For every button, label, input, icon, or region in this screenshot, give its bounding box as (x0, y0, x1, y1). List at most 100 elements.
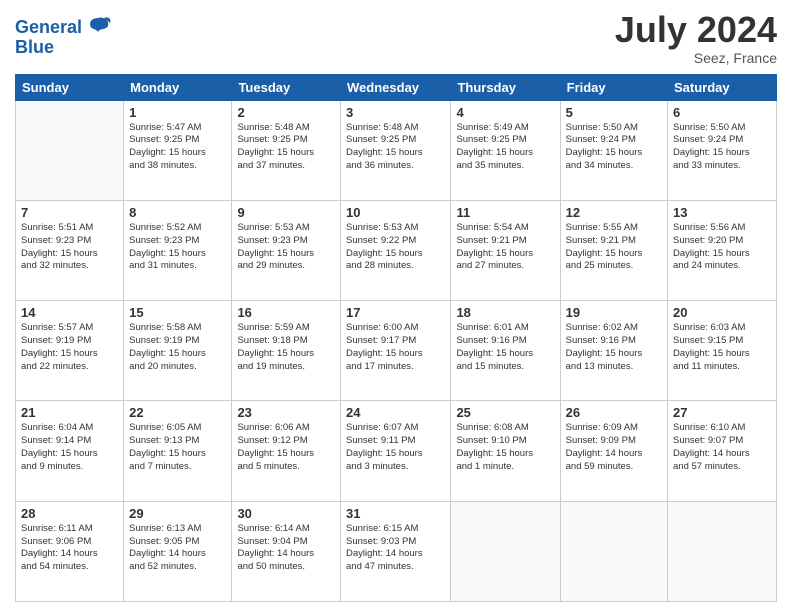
day-number: 26 (566, 405, 662, 420)
calendar-cell: 13Sunrise: 5:56 AMSunset: 9:20 PMDayligh… (668, 200, 777, 300)
header-saturday: Saturday (668, 74, 777, 100)
day-number: 6 (673, 105, 771, 120)
day-number: 25 (456, 405, 554, 420)
day-number: 1 (129, 105, 226, 120)
day-number: 15 (129, 305, 226, 320)
calendar-cell: 6 Sunrise: 5:50 AMSunset: 9:24 PMDaylight… (668, 100, 777, 200)
calendar-cell: 25Sunrise: 6:08 AMSunset: 9:10 PMDayligh… (451, 401, 560, 501)
day-info: Sunrise: 6:03 AMSunset: 9:15 PMDaylight:… (673, 322, 771, 373)
calendar-cell (451, 501, 560, 601)
calendar-cell: 22Sunrise: 6:05 AMSunset: 9:13 PMDayligh… (124, 401, 232, 501)
calendar-cell: 4 Sunrise: 5:49 AMSunset: 9:25 PMDaylight… (451, 100, 560, 200)
day-number: 10 (346, 205, 445, 220)
day-info: Sunrise: 5:49 AMSunset: 9:25 PMDaylight:… (456, 122, 554, 173)
week-row-2: 7 Sunrise: 5:51 AMSunset: 9:23 PMDaylight… (16, 200, 777, 300)
calendar-cell: 17 Sunrise: 6:00 AMSunset: 9:17 PMDayligh… (341, 301, 451, 401)
day-number: 30 (237, 506, 335, 521)
calendar-header-row: SundayMondayTuesdayWednesdayThursdayFrid… (16, 74, 777, 100)
day-info: Sunrise: 5:53 AMSunset: 9:23 PMDaylight:… (237, 222, 335, 273)
calendar-cell: 10 Sunrise: 5:53 AMSunset: 9:22 PMDayligh… (341, 200, 451, 300)
logo-text: General (15, 18, 82, 38)
day-info: Sunrise: 6:04 AMSunset: 9:14 PMDaylight:… (21, 422, 118, 473)
day-info: Sunrise: 5:48 AMSunset: 9:25 PMDaylight:… (237, 122, 335, 173)
day-info: Sunrise: 5:54 AMSunset: 9:21 PMDaylight:… (456, 222, 554, 273)
week-row-1: 1 Sunrise: 5:47 AMSunset: 9:25 PMDaylight… (16, 100, 777, 200)
day-info: Sunrise: 5:53 AMSunset: 9:22 PMDaylight:… (346, 222, 445, 273)
day-number: 13 (673, 205, 771, 220)
day-number: 9 (237, 205, 335, 220)
day-info: Sunrise: 5:58 AMSunset: 9:19 PMDaylight:… (129, 322, 226, 373)
calendar-cell (668, 501, 777, 601)
day-info: Sunrise: 6:00 AMSunset: 9:17 PMDaylight:… (346, 322, 445, 373)
title-area: July 2024 Seez, France (615, 10, 777, 66)
day-number: 19 (566, 305, 662, 320)
calendar-cell: 2 Sunrise: 5:48 AMSunset: 9:25 PMDaylight… (232, 100, 341, 200)
day-info: Sunrise: 6:05 AMSunset: 9:13 PMDaylight:… (129, 422, 226, 473)
day-number: 8 (129, 205, 226, 220)
calendar-cell: 7 Sunrise: 5:51 AMSunset: 9:23 PMDaylight… (16, 200, 124, 300)
header-friday: Friday (560, 74, 667, 100)
day-info: Sunrise: 5:59 AMSunset: 9:18 PMDaylight:… (237, 322, 335, 373)
day-number: 28 (21, 506, 118, 521)
week-row-5: 28 Sunrise: 6:11 AMSunset: 9:06 PMDayligh… (16, 501, 777, 601)
day-info: Sunrise: 5:50 AMSunset: 9:24 PMDaylight:… (673, 122, 771, 173)
day-info: Sunrise: 5:51 AMSunset: 9:23 PMDaylight:… (21, 222, 118, 273)
calendar-cell: 31Sunrise: 6:15 AMSunset: 9:03 PMDayligh… (341, 501, 451, 601)
header-tuesday: Tuesday (232, 74, 341, 100)
day-info: Sunrise: 6:02 AMSunset: 9:16 PMDaylight:… (566, 322, 662, 373)
day-number: 23 (237, 405, 335, 420)
day-info: Sunrise: 6:13 AMSunset: 9:05 PMDaylight:… (129, 523, 226, 574)
calendar-cell: 1 Sunrise: 5:47 AMSunset: 9:25 PMDaylight… (124, 100, 232, 200)
header-monday: Monday (124, 74, 232, 100)
week-row-3: 14 Sunrise: 5:57 AMSunset: 9:19 PMDayligh… (16, 301, 777, 401)
day-number: 20 (673, 305, 771, 320)
day-number: 5 (566, 105, 662, 120)
day-number: 27 (673, 405, 771, 420)
logo: General Blue (15, 14, 112, 58)
calendar-cell: 23Sunrise: 6:06 AMSunset: 9:12 PMDayligh… (232, 401, 341, 501)
day-number: 18 (456, 305, 554, 320)
header-wednesday: Wednesday (341, 74, 451, 100)
calendar-cell: 8 Sunrise: 5:52 AMSunset: 9:23 PMDaylight… (124, 200, 232, 300)
calendar-cell: 30 Sunrise: 6:14 AMSunset: 9:04 PMDayligh… (232, 501, 341, 601)
calendar-cell: 15 Sunrise: 5:58 AMSunset: 9:19 PMDayligh… (124, 301, 232, 401)
day-number: 24 (346, 405, 445, 420)
day-number: 2 (237, 105, 335, 120)
week-row-4: 21 Sunrise: 6:04 AMSunset: 9:14 PMDayligh… (16, 401, 777, 501)
header: General Blue July 2024 Seez, France (15, 10, 777, 66)
day-info: Sunrise: 5:55 AMSunset: 9:21 PMDaylight:… (566, 222, 662, 273)
day-info: Sunrise: 5:52 AMSunset: 9:23 PMDaylight:… (129, 222, 226, 273)
calendar-cell: 19 Sunrise: 6:02 AMSunset: 9:16 PMDayligh… (560, 301, 667, 401)
day-info: Sunrise: 5:50 AMSunset: 9:24 PMDaylight:… (566, 122, 662, 173)
day-info: Sunrise: 6:09 AMSunset: 9:09 PMDaylight:… (566, 422, 662, 473)
day-info: Sunrise: 5:57 AMSunset: 9:19 PMDaylight:… (21, 322, 118, 373)
day-number: 17 (346, 305, 445, 320)
day-info: Sunrise: 6:11 AMSunset: 9:06 PMDaylight:… (21, 523, 118, 574)
calendar-cell: 5 Sunrise: 5:50 AMSunset: 9:24 PMDaylight… (560, 100, 667, 200)
day-number: 21 (21, 405, 118, 420)
day-number: 12 (566, 205, 662, 220)
calendar-cell (560, 501, 667, 601)
page: General Blue July 2024 Seez, France Sund… (0, 0, 792, 612)
month-title: July 2024 (615, 10, 777, 50)
day-number: 14 (21, 305, 118, 320)
location: Seez, France (615, 50, 777, 66)
calendar-cell: 29 Sunrise: 6:13 AMSunset: 9:05 PMDayligh… (124, 501, 232, 601)
calendar-cell: 14 Sunrise: 5:57 AMSunset: 9:19 PMDayligh… (16, 301, 124, 401)
day-info: Sunrise: 6:14 AMSunset: 9:04 PMDaylight:… (237, 523, 335, 574)
calendar-cell: 27Sunrise: 6:10 AMSunset: 9:07 PMDayligh… (668, 401, 777, 501)
day-number: 16 (237, 305, 335, 320)
day-number: 7 (21, 205, 118, 220)
calendar-cell: 11Sunrise: 5:54 AMSunset: 9:21 PMDayligh… (451, 200, 560, 300)
day-number: 3 (346, 105, 445, 120)
header-sunday: Sunday (16, 74, 124, 100)
day-number: 29 (129, 506, 226, 521)
day-info: Sunrise: 5:48 AMSunset: 9:25 PMDaylight:… (346, 122, 445, 173)
calendar-cell: 3 Sunrise: 5:48 AMSunset: 9:25 PMDaylight… (341, 100, 451, 200)
calendar-table: SundayMondayTuesdayWednesdayThursdayFrid… (15, 74, 777, 602)
day-info: Sunrise: 5:47 AMSunset: 9:25 PMDaylight:… (129, 122, 226, 173)
header-thursday: Thursday (451, 74, 560, 100)
day-number: 4 (456, 105, 554, 120)
calendar-cell: 9 Sunrise: 5:53 AMSunset: 9:23 PMDaylight… (232, 200, 341, 300)
calendar-cell (16, 100, 124, 200)
